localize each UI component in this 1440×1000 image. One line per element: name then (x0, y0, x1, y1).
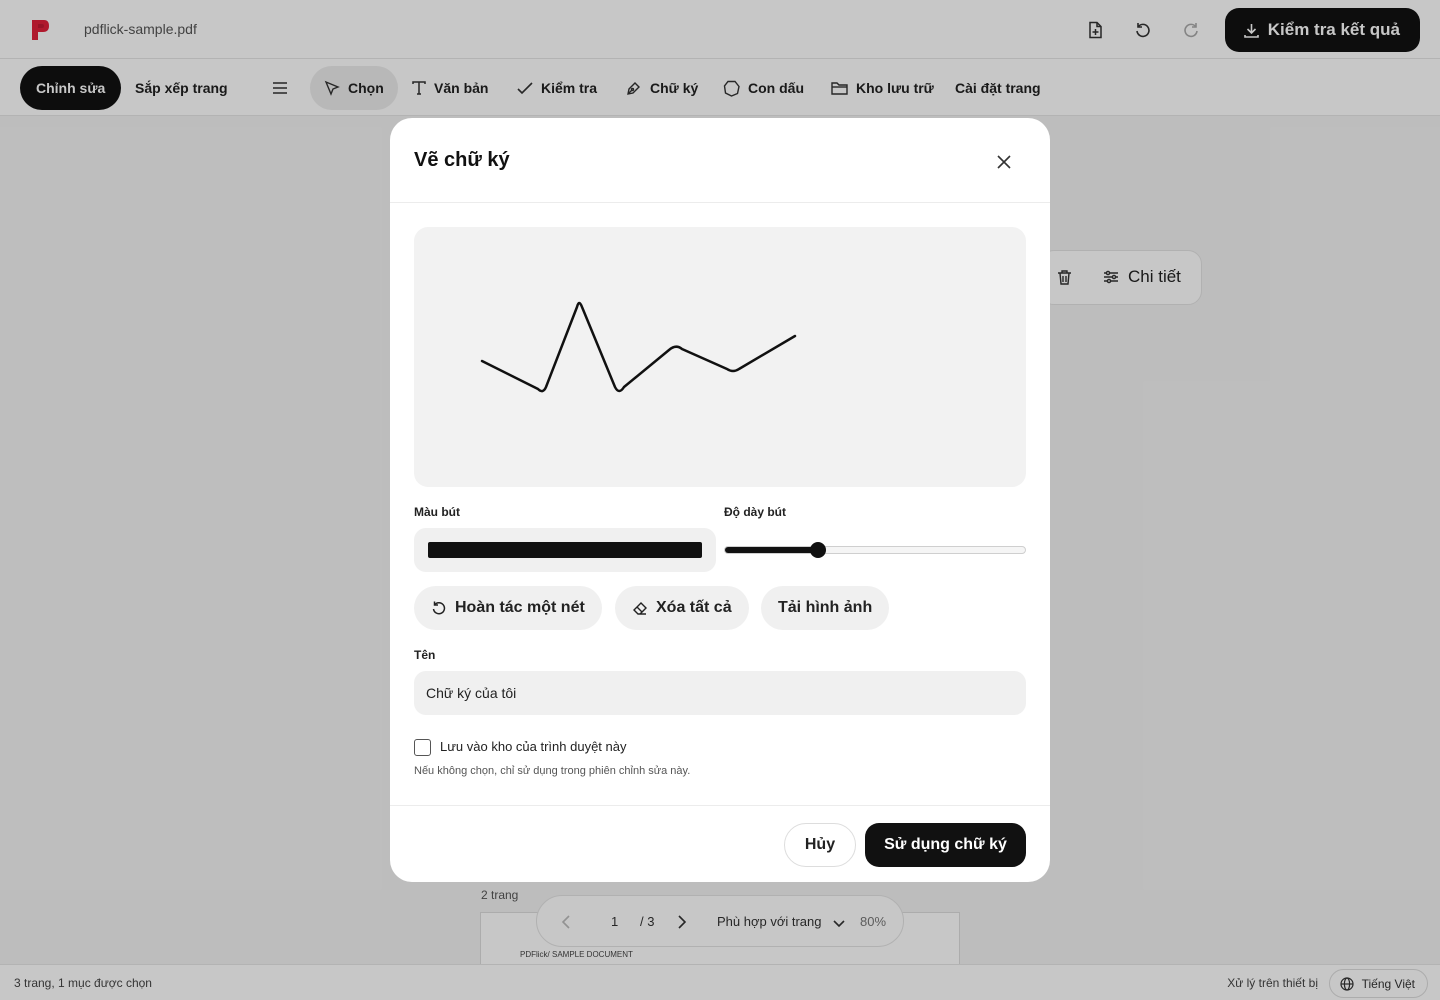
close-icon[interactable] (990, 148, 1018, 176)
undo-stroke-label: Hoàn tác một nét (455, 599, 585, 616)
slider-thumb[interactable] (809, 542, 826, 558)
clear-all-button[interactable]: Xóa tất cả (615, 586, 749, 630)
save-to-browser-label[interactable]: Lưu vào kho của trình duyệt này (440, 739, 627, 754)
pen-color-picker[interactable] (414, 528, 716, 572)
pen-color-label: Màu bút (414, 505, 460, 519)
signature-stroke (480, 301, 797, 393)
pen-color-swatch (428, 542, 702, 558)
upload-image-label: Tải hình ảnh (778, 599, 873, 616)
upload-image-button[interactable]: Tải hình ảnh (761, 586, 890, 630)
cancel-button[interactable]: Hủy (784, 823, 856, 867)
save-to-browser-checkbox[interactable] (414, 739, 431, 756)
undo-icon (432, 601, 446, 615)
dialog-title: Vẽ chữ ký (414, 149, 510, 171)
draw-signature-dialog: Vẽ chữ ký Màu bút Độ dày bút Hoàn tác mộ… (390, 118, 1050, 882)
undo-stroke-button[interactable]: Hoàn tác một nét (414, 586, 602, 630)
signature-canvas[interactable] (414, 227, 1026, 487)
pen-width-label: Độ dày bút (724, 505, 786, 519)
use-signature-button[interactable]: Sử dụng chữ ký (865, 823, 1026, 867)
dialog-header: Vẽ chữ ký (390, 118, 1050, 203)
name-label: Tên (414, 648, 436, 662)
eraser-icon (633, 602, 647, 615)
signature-name-input[interactable] (414, 671, 1026, 715)
save-hint: Nếu không chọn, chỉ sử dụng trong phiên … (414, 765, 691, 777)
dialog-footer: Hủy Sử dụng chữ ký (390, 805, 1050, 882)
slider-fill (725, 547, 819, 553)
slider-track (724, 546, 1026, 554)
use-signature-label: Sử dụng chữ ký (884, 836, 1007, 853)
clear-all-label: Xóa tất cả (656, 599, 732, 616)
cancel-label: Hủy (804, 836, 836, 853)
pen-width-slider[interactable] (724, 542, 1026, 558)
